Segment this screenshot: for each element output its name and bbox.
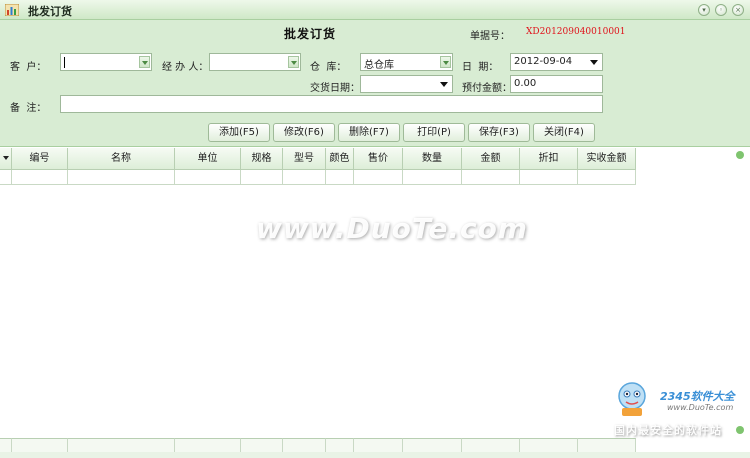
text-caret [64, 57, 65, 68]
table-cell[interactable] [403, 170, 462, 185]
watermark-text: www.DuoTe.com [256, 212, 528, 245]
summary-cell [241, 438, 283, 452]
note-label: 备 注： [10, 103, 47, 114]
close-icon[interactable]: × [732, 4, 744, 16]
restore-icon[interactable]: ◦ [715, 4, 727, 16]
warehouse-combo[interactable]: 总仓库 [360, 53, 453, 71]
summary-cell [68, 438, 175, 452]
chevron-down-icon[interactable] [139, 56, 150, 68]
date-value: 2012-09-04 [514, 56, 573, 67]
customer-combo[interactable] [60, 53, 152, 71]
prepay-label: 预付金额： [462, 83, 512, 94]
table-cell[interactable] [68, 170, 175, 185]
watermark-slogan: 国内最安全的软件站 [614, 424, 722, 437]
watermark-brand: 2345软件大全 [660, 390, 735, 403]
chevron-down-icon[interactable] [288, 56, 299, 68]
doc-no-value: XD201209040010001 [526, 27, 626, 37]
table-cell[interactable] [241, 170, 283, 185]
table-row[interactable] [0, 170, 12, 185]
chevron-down-icon[interactable] [590, 60, 598, 65]
col-header-discount[interactable]: 折扣 [520, 148, 578, 170]
handler-combo[interactable] [209, 53, 301, 71]
customer-label: 客 户： [10, 62, 47, 73]
summary-cell [462, 438, 520, 452]
save-button[interactable]: 保存(F3) [468, 123, 530, 142]
summary-row [0, 438, 12, 452]
mascot-logo-icon [618, 382, 646, 416]
handler-label: 经 办 人： [162, 62, 209, 73]
chevron-down-icon[interactable] [440, 56, 451, 68]
scroll-down-icon[interactable] [736, 426, 744, 434]
scroll-up-icon[interactable] [736, 151, 744, 159]
warehouse-label: 仓 库： [310, 62, 347, 73]
table-cell[interactable] [462, 170, 520, 185]
prepay-input[interactable]: 0.00 [510, 75, 603, 93]
table-cell[interactable] [175, 170, 241, 185]
watermark-site: www.DuoTe.com [667, 403, 734, 412]
delivery-date-label: 交货日期： [310, 83, 360, 94]
summary-cell [175, 438, 241, 452]
summary-cell [326, 438, 354, 452]
minimize-icon[interactable]: ▾ [698, 4, 710, 16]
col-header-model[interactable]: 型号 [283, 148, 326, 170]
table-cell[interactable] [354, 170, 403, 185]
vertical-scrollbar[interactable] [733, 148, 747, 438]
title-bar: 批发订货 ▾ ◦ × [0, 0, 750, 20]
summary-cell [403, 438, 462, 452]
grid-bottom-border [0, 452, 750, 458]
doc-no-label: 单据号： [470, 31, 510, 42]
edit-button[interactable]: 修改(F6) [273, 123, 335, 142]
page-title: 批发订货 [284, 27, 337, 41]
row-indicator-icon [0, 148, 12, 170]
summary-cell [283, 438, 326, 452]
col-header-spec[interactable]: 规格 [241, 148, 283, 170]
col-header-price[interactable]: 售价 [354, 148, 403, 170]
col-header-received-amount[interactable]: 实收金额 [578, 148, 636, 170]
col-header-color[interactable]: 颜色 [326, 148, 354, 170]
summary-cell [578, 438, 636, 452]
delete-button[interactable]: 删除(F7) [338, 123, 400, 142]
prepay-value: 0.00 [514, 78, 537, 89]
table-cell[interactable] [520, 170, 578, 185]
date-label: 日 期： [462, 62, 499, 73]
summary-cell [520, 438, 578, 452]
chevron-down-icon[interactable] [440, 82, 448, 87]
table-cell[interactable] [12, 170, 68, 185]
print-button[interactable]: 打印(P) [403, 123, 465, 142]
close-button[interactable]: 关闭(F4) [533, 123, 595, 142]
table-cell[interactable] [326, 170, 354, 185]
col-header-code[interactable]: 编号 [12, 148, 68, 170]
summary-cell [354, 438, 403, 452]
add-button[interactable]: 添加(F5) [208, 123, 270, 142]
table-cell[interactable] [578, 170, 636, 185]
col-header-name[interactable]: 名称 [68, 148, 175, 170]
warehouse-value: 总仓库 [364, 60, 394, 71]
table-cell[interactable] [283, 170, 326, 185]
note-input[interactable] [60, 95, 603, 113]
summary-cell [12, 438, 68, 452]
col-header-amount[interactable]: 金额 [462, 148, 520, 170]
delivery-date-picker[interactable] [360, 75, 453, 93]
app-chart-icon [5, 4, 19, 16]
window-title: 批发订货 [28, 5, 72, 18]
date-picker[interactable]: 2012-09-04 [510, 53, 603, 71]
col-header-unit[interactable]: 单位 [175, 148, 241, 170]
col-header-quantity[interactable]: 数量 [403, 148, 462, 170]
